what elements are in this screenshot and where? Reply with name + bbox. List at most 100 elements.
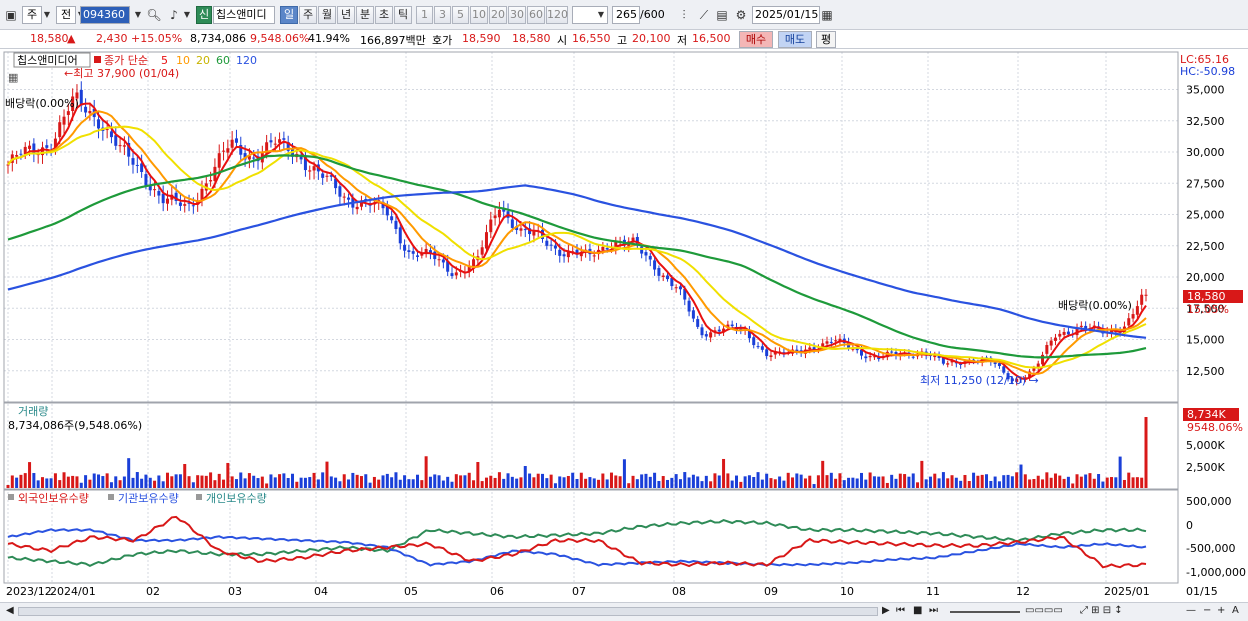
volume-bar	[428, 476, 432, 488]
prev-select[interactable]: 전	[56, 6, 76, 24]
volume-bar	[1118, 456, 1122, 488]
period-tab-3[interactable]: 년	[337, 6, 355, 24]
volume-bar	[989, 480, 993, 488]
volume-value: 8,734,086주(9,548.06%)	[8, 419, 142, 432]
interval-tab-1[interactable]: 1	[416, 6, 433, 24]
window-icon[interactable]: ▣	[4, 6, 18, 24]
candle-body	[730, 324, 734, 327]
eval-button[interactable]: 평	[816, 31, 836, 48]
volume-bar	[291, 473, 294, 488]
date-input[interactable]: 2025/01/15	[752, 6, 820, 24]
zoom-plus-icon[interactable]: +	[1217, 605, 1225, 616]
interval-tab-10[interactable]: 10	[470, 6, 488, 24]
period-tab-5[interactable]: 초	[375, 6, 393, 24]
volume-bar	[545, 478, 549, 488]
candle-body	[45, 145, 49, 148]
stop-icon[interactable]: ■	[913, 605, 922, 616]
volume-bar	[118, 480, 122, 488]
code-input[interactable]: 094360	[80, 6, 130, 24]
candle-body	[640, 246, 644, 254]
interval-tab-5[interactable]: 5	[452, 6, 469, 24]
volume-bar	[941, 472, 945, 488]
chart-area[interactable]: 35,000 32,500 30,000 27,500 25,000 22,500 20,0…	[0, 50, 1248, 603]
market-select[interactable]: 주	[22, 6, 42, 24]
layout-icon[interactable]: ▭▭▭▭	[1025, 605, 1063, 616]
candle-body	[97, 119, 101, 129]
chevron-down-icon[interactable]: ▼	[132, 6, 144, 24]
chevron-down-icon[interactable]: ▼	[42, 6, 52, 24]
volume-bar	[726, 473, 730, 488]
volume-bar	[622, 459, 626, 488]
volume-bar	[394, 472, 398, 488]
period-tab-1[interactable]: 주	[299, 6, 317, 24]
count-input[interactable]: 265	[612, 6, 640, 24]
volume-bar	[109, 482, 113, 488]
candle-body	[109, 131, 113, 138]
candle-body	[15, 155, 19, 157]
volume-bar	[239, 472, 243, 488]
volume-bar	[691, 474, 695, 488]
volume-bar	[1058, 475, 1062, 488]
buy-button[interactable]: 매수	[739, 31, 773, 48]
scroll-track[interactable]	[18, 607, 878, 616]
volume-bar	[765, 473, 769, 488]
candle-body	[131, 158, 135, 165]
x-tick: 05	[404, 585, 418, 598]
period-tab-4[interactable]: 분	[356, 6, 374, 24]
interval-tab-60[interactable]: 60	[527, 6, 545, 24]
candle-body	[480, 247, 484, 255]
volume-bar	[997, 481, 1001, 488]
candle-body	[217, 153, 221, 168]
candle-body	[114, 135, 118, 146]
last-icon[interactable]: ⏭	[929, 605, 938, 616]
first-icon[interactable]: ⏮	[896, 605, 905, 616]
quote-bid1: 18,590	[462, 32, 501, 45]
holdings-swatch	[196, 494, 202, 500]
candle-body	[493, 215, 497, 219]
period-tab-6[interactable]: 틱	[394, 6, 412, 24]
tools-icon[interactable]: ⤢ ⊞ ⊟ ↕	[1080, 605, 1123, 616]
sell-button[interactable]: 매도	[778, 31, 812, 48]
chevron-down-icon[interactable]: ▼	[182, 6, 192, 24]
zoom-slider[interactable]	[950, 611, 1020, 613]
candle-icon[interactable]: ⫶	[676, 6, 692, 24]
volume-bar	[916, 482, 920, 488]
volume-bar	[739, 481, 743, 488]
volume-bar	[140, 478, 144, 488]
volume-bar	[614, 475, 618, 488]
volume-bar	[191, 482, 195, 488]
volume-bar	[959, 480, 963, 488]
period-tab-2[interactable]: 월	[318, 6, 336, 24]
candle-body	[79, 89, 83, 106]
interval-tab-20[interactable]: 20	[489, 6, 507, 24]
volume-bar	[597, 479, 601, 488]
gear-icon[interactable]: ⚙	[733, 6, 749, 24]
scroll-left-icon[interactable]: ◀	[6, 605, 14, 616]
candle-body	[752, 337, 756, 346]
candle-body	[234, 138, 238, 143]
volume-bar	[640, 474, 644, 488]
draw-icon[interactable]: ⟋	[696, 6, 712, 24]
volume-bar	[15, 477, 19, 488]
volume-bar	[786, 472, 790, 488]
zoom-out-icon[interactable]: —	[1186, 605, 1196, 616]
font-icon[interactable]: A	[1232, 605, 1239, 616]
scrollbar[interactable]: ◀ ▶ ⏮ ■ ⏭ ▭▭▭▭ ⤢ ⊞ ⊟ ↕ — − + A	[0, 602, 1248, 621]
speaker-icon[interactable]: ♪	[166, 6, 182, 24]
search-icon[interactable]: 🔍︎	[146, 6, 162, 24]
interval-tab-120[interactable]: 120	[546, 6, 568, 24]
chevron-down-icon[interactable]: ▼	[596, 6, 606, 24]
candle-body	[222, 150, 226, 152]
interval-tab-3[interactable]: 3	[434, 6, 451, 24]
candle-body	[407, 250, 411, 253]
candle-body	[28, 145, 32, 149]
interval-tab-30[interactable]: 30	[508, 6, 526, 24]
candle-body	[666, 275, 670, 280]
candle-body	[696, 319, 700, 327]
period-tab-0[interactable]: 일	[280, 6, 298, 24]
candle-body	[601, 246, 605, 251]
calendar-icon[interactable]: ▦	[820, 6, 834, 24]
scroll-right-icon[interactable]: ▶	[882, 605, 890, 616]
zoom-minus-icon[interactable]: −	[1203, 605, 1211, 616]
save-icon[interactable]: ▤	[714, 6, 730, 24]
